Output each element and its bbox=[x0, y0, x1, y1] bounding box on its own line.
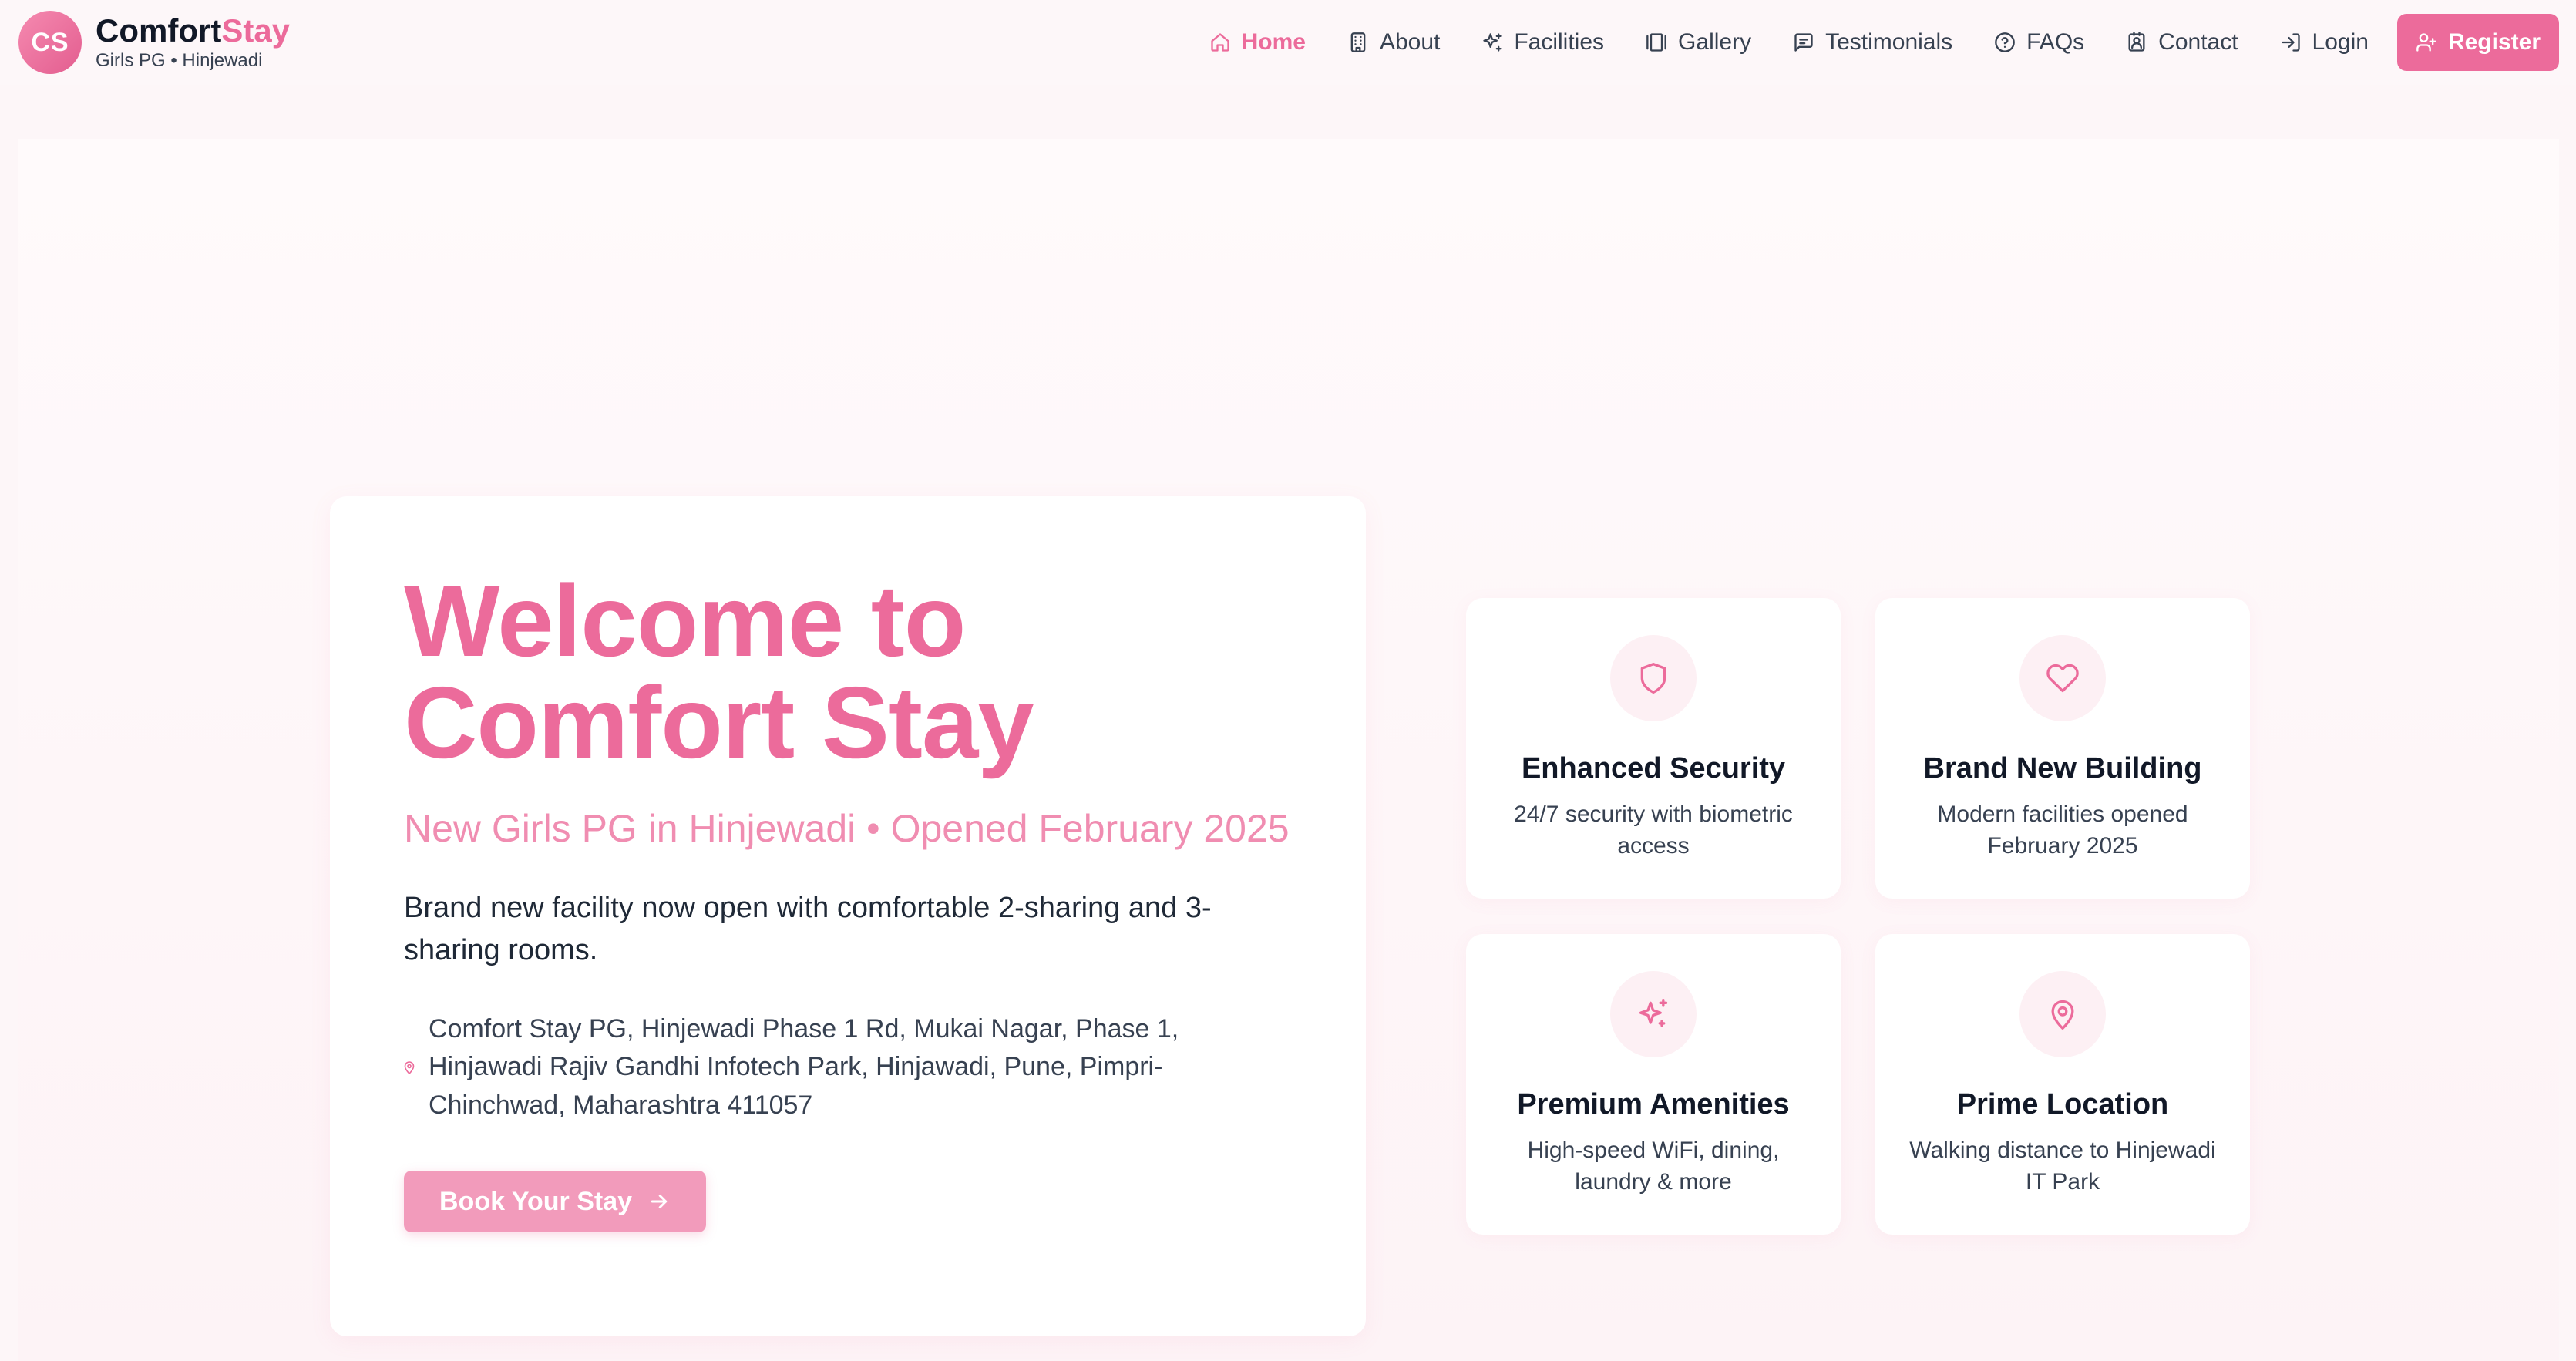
feature-card-building: Brand New Building Modern facilities ope… bbox=[1875, 598, 2250, 899]
gallery-icon bbox=[1646, 33, 1666, 52]
nav-facilities[interactable]: Facilities bbox=[1461, 14, 1625, 71]
sparkles-icon bbox=[1483, 33, 1502, 52]
brand-logo-link[interactable]: CS ComfortStay Girls PG • Hinjewadi bbox=[18, 11, 290, 74]
hero-section: Welcome to Comfort Stay New Girls PG in … bbox=[18, 139, 2559, 1361]
register-label: Register bbox=[2447, 29, 2541, 55]
feature-description: High-speed WiFi, dining, laundry & more bbox=[1527, 1138, 1780, 1195]
feature-title: Premium Amenities bbox=[1517, 1088, 1790, 1121]
feature-description: Walking distance to Hinjewadi IT Park bbox=[1909, 1138, 2216, 1195]
register-button[interactable]: Register bbox=[2396, 14, 2559, 71]
nav-testimonials-label: Testimonials bbox=[1825, 29, 1953, 55]
site-header: CS ComfortStay Girls PG • Hinjewadi Home… bbox=[0, 0, 2576, 85]
feature-card-location: Prime Location Walking distance to Hinje… bbox=[1875, 934, 2250, 1235]
brand-subtitle: Girls PG • Hinjewadi bbox=[96, 50, 263, 71]
nav-testimonials[interactable]: Testimonials bbox=[1772, 14, 1973, 71]
nav-login-label: Login bbox=[2312, 29, 2369, 55]
arrow-right-icon bbox=[651, 1195, 668, 1209]
hero-title-line2: Comfort Stay bbox=[404, 666, 1034, 779]
contact-icon bbox=[2128, 32, 2145, 52]
home-icon bbox=[1210, 33, 1229, 52]
feature-card-security: Enhanced Security 24/7 security with bio… bbox=[1466, 598, 1841, 899]
brand-name: ComfortStay bbox=[96, 15, 290, 47]
book-your-stay-label: Book Your Stay bbox=[439, 1186, 633, 1216]
heart-icon bbox=[2046, 664, 2079, 693]
login-icon bbox=[2281, 33, 2300, 52]
feature-icon-wrap bbox=[2019, 635, 2106, 721]
main-nav: Home About Facilities Gallery Testimonia… bbox=[1189, 14, 2559, 71]
hero-subtitle: New Girls PG in Hinjewadi • Opened Febru… bbox=[404, 807, 1290, 850]
nav-faqs[interactable]: FAQs bbox=[1973, 14, 2105, 71]
user-plus-icon bbox=[2416, 33, 2436, 52]
nav-home[interactable]: Home bbox=[1189, 14, 1327, 71]
nav-facilities-label: Facilities bbox=[1514, 29, 1605, 55]
hero-title: Welcome to Comfort Stay bbox=[404, 570, 1292, 774]
feature-icon-wrap bbox=[1610, 971, 1697, 1057]
feature-description: Modern facilities opened February 2025 bbox=[1937, 801, 2188, 859]
feature-icon-wrap bbox=[2019, 971, 2106, 1057]
nav-about[interactable]: About bbox=[1327, 14, 1461, 71]
hero-title-line1: Welcome to bbox=[404, 564, 966, 677]
feature-card-amenities: Premium Amenities High-speed WiFi, dinin… bbox=[1466, 934, 1841, 1235]
help-circle-icon bbox=[1995, 32, 2015, 52]
brand-text: ComfortStay Girls PG • Hinjewadi bbox=[96, 15, 290, 70]
feature-description: 24/7 security with biometric access bbox=[1514, 801, 1793, 859]
hero-description: Brand new facility now open with comfort… bbox=[404, 892, 1212, 967]
map-pin-icon bbox=[404, 1061, 415, 1075]
hero-address-text: Comfort Stay PG, Hinjewadi Phase 1 Rd, M… bbox=[429, 1014, 1179, 1120]
shield-icon bbox=[1640, 663, 1666, 694]
nav-home-label: Home bbox=[1241, 29, 1306, 55]
sparkles-icon bbox=[1639, 999, 1668, 1027]
brand-name-part1: Comfort bbox=[96, 12, 222, 49]
feature-title: Enhanced Security bbox=[1521, 752, 1786, 785]
nav-faqs-label: FAQs bbox=[2026, 29, 2085, 55]
book-your-stay-button[interactable]: Book Your Stay bbox=[404, 1171, 707, 1233]
hero-card: Welcome to Comfort Stay New Girls PG in … bbox=[330, 496, 1366, 1336]
nav-gallery-label: Gallery bbox=[1678, 29, 1752, 55]
feature-title: Prime Location bbox=[1956, 1088, 2169, 1121]
nav-about-label: About bbox=[1379, 29, 1441, 55]
nav-contact[interactable]: Contact bbox=[2105, 14, 2258, 71]
logo-badge: CS bbox=[18, 11, 82, 74]
nav-login[interactable]: Login bbox=[2259, 14, 2389, 71]
hero-address: Comfort Stay PG, Hinjewadi Phase 1 Rd, M… bbox=[404, 1010, 1292, 1124]
nav-contact-label: Contact bbox=[2158, 29, 2238, 55]
feature-title: Brand New Building bbox=[1923, 752, 2202, 785]
feature-icon-wrap bbox=[1610, 635, 1697, 721]
nav-gallery[interactable]: Gallery bbox=[1625, 14, 1772, 71]
map-pin-icon bbox=[2051, 1000, 2074, 1030]
building-icon bbox=[1350, 32, 1366, 52]
message-icon bbox=[1794, 33, 1813, 52]
brand-name-part2: Stay bbox=[221, 12, 291, 49]
